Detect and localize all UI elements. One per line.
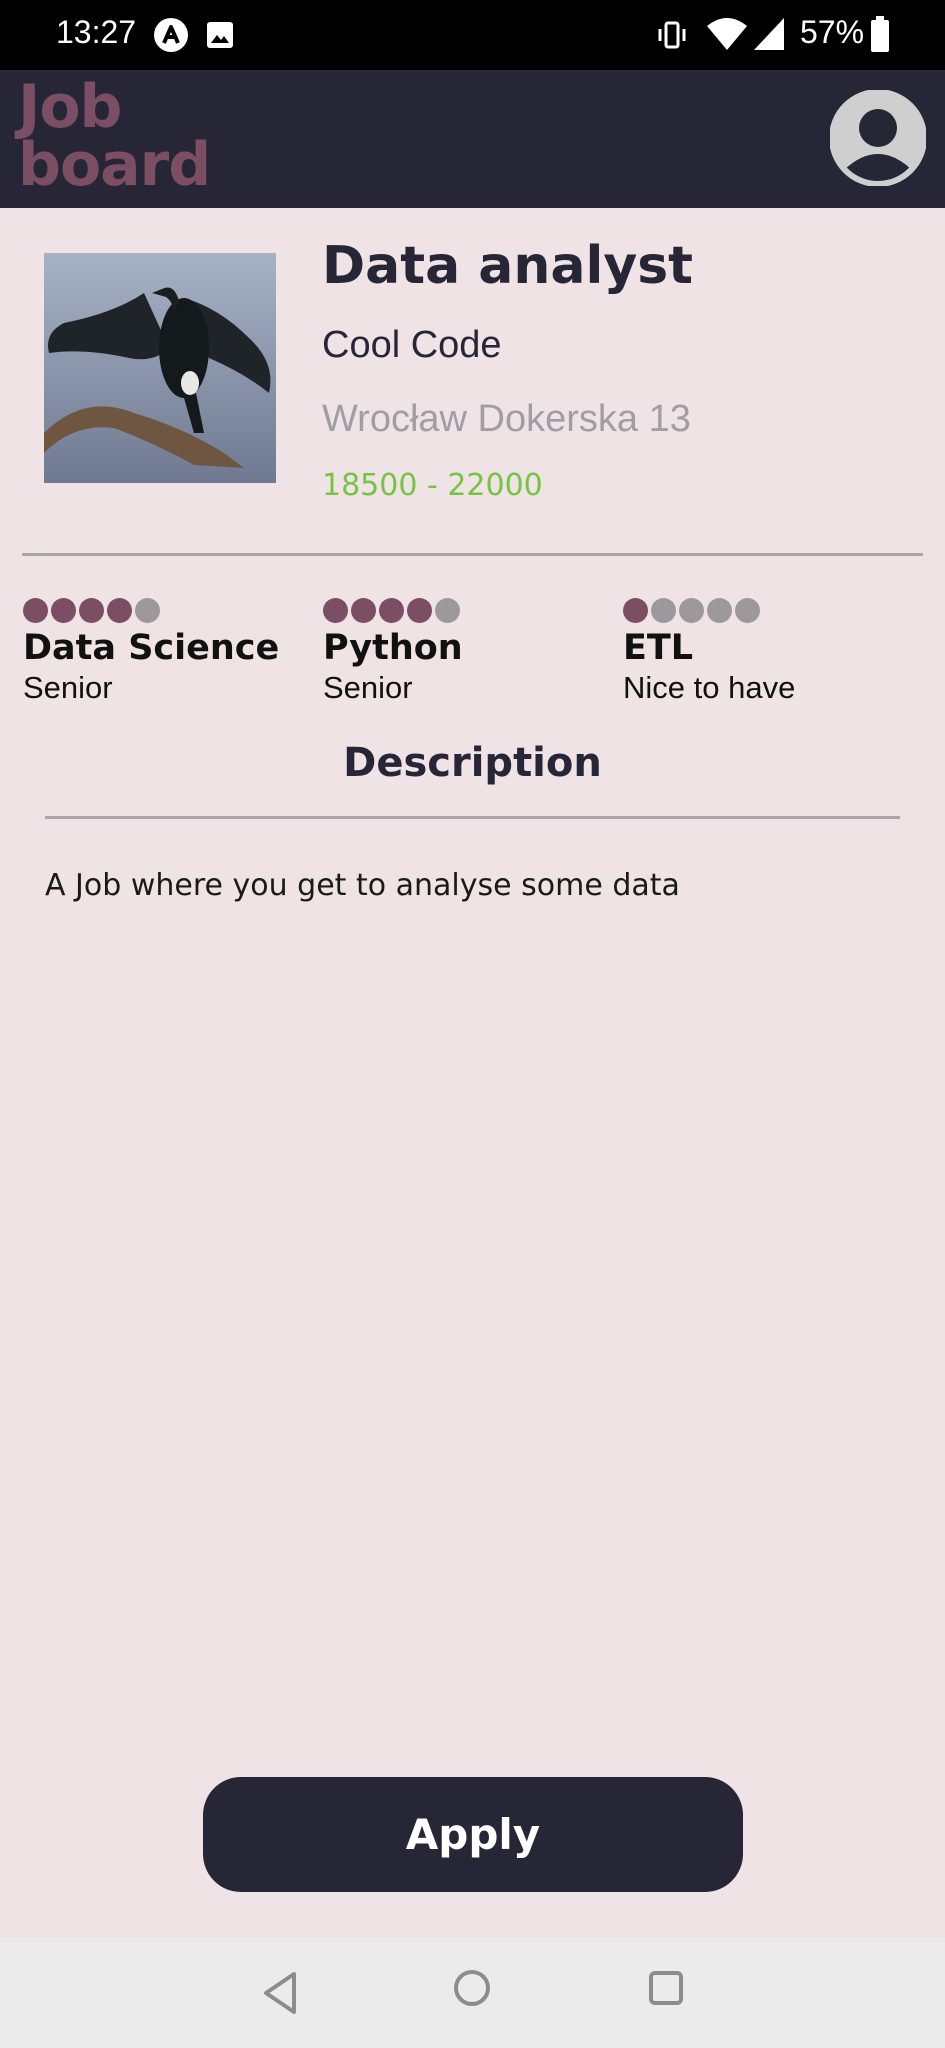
rating-dot-filled xyxy=(107,598,132,623)
battery-percent: 57% xyxy=(800,14,865,50)
company-image xyxy=(44,253,276,483)
vibrate-icon xyxy=(655,18,689,52)
logo-line-2: board xyxy=(18,130,211,200)
rating-dot-filled xyxy=(623,598,648,623)
wifi-icon xyxy=(705,16,749,52)
image-icon xyxy=(205,20,235,50)
skill-level: Senior xyxy=(23,670,113,705)
app-header: Job board xyxy=(0,70,945,208)
logo-line-1: Job xyxy=(18,72,123,142)
divider xyxy=(45,816,900,819)
status-time: 13:27 xyxy=(56,14,137,50)
salary-range: 18500 - 22000 xyxy=(322,468,543,503)
rating-dot-empty xyxy=(435,598,460,623)
job-address: Wrocław Dokerska 13 xyxy=(322,398,691,440)
rating-dot-empty xyxy=(735,598,760,623)
rating-dot-filled xyxy=(351,598,376,623)
divider xyxy=(22,553,923,556)
description-heading: Description xyxy=(343,740,602,786)
company-name: Cool Code xyxy=(322,324,502,366)
status-bar: 13:27 57% xyxy=(0,0,945,70)
skill-name: Data Science xyxy=(23,628,280,668)
system-nav-bar xyxy=(0,1938,945,2048)
skill-rating xyxy=(23,598,313,624)
skill-level: Nice to have xyxy=(623,670,796,705)
skill-item: Data Science Senior xyxy=(23,598,313,706)
rating-dot-empty xyxy=(679,598,704,623)
skill-item: ETL Nice to have xyxy=(623,598,913,706)
skill-name: ETL xyxy=(623,628,694,668)
rating-dot-filled xyxy=(79,598,104,623)
skill-rating xyxy=(623,598,913,624)
user-avatar-icon[interactable] xyxy=(829,89,927,187)
skill-level: Senior xyxy=(323,670,413,705)
job-title: Data analyst xyxy=(322,236,694,296)
app-a-icon xyxy=(154,18,188,52)
skill-item: Python Senior xyxy=(323,598,613,706)
signal-icon xyxy=(752,16,786,52)
rating-dot-filled xyxy=(379,598,404,623)
rating-dot-filled xyxy=(23,598,48,623)
skill-rating xyxy=(323,598,613,624)
description-text: A Job where you get to analyse some data xyxy=(45,868,680,903)
battery-icon xyxy=(870,16,890,52)
apply-button[interactable]: Apply xyxy=(203,1777,743,1892)
home-icon[interactable] xyxy=(452,1968,492,2008)
rating-dot-filled xyxy=(323,598,348,623)
rating-dot-filled xyxy=(51,598,76,623)
rating-dot-filled xyxy=(407,598,432,623)
back-icon[interactable] xyxy=(258,1968,302,2018)
rating-dot-empty xyxy=(707,598,732,623)
rating-dot-empty xyxy=(135,598,160,623)
skill-name: Python xyxy=(323,628,463,668)
rating-dot-empty xyxy=(651,598,676,623)
recents-icon[interactable] xyxy=(646,1968,686,2008)
app-logo[interactable]: Job board xyxy=(18,72,211,200)
